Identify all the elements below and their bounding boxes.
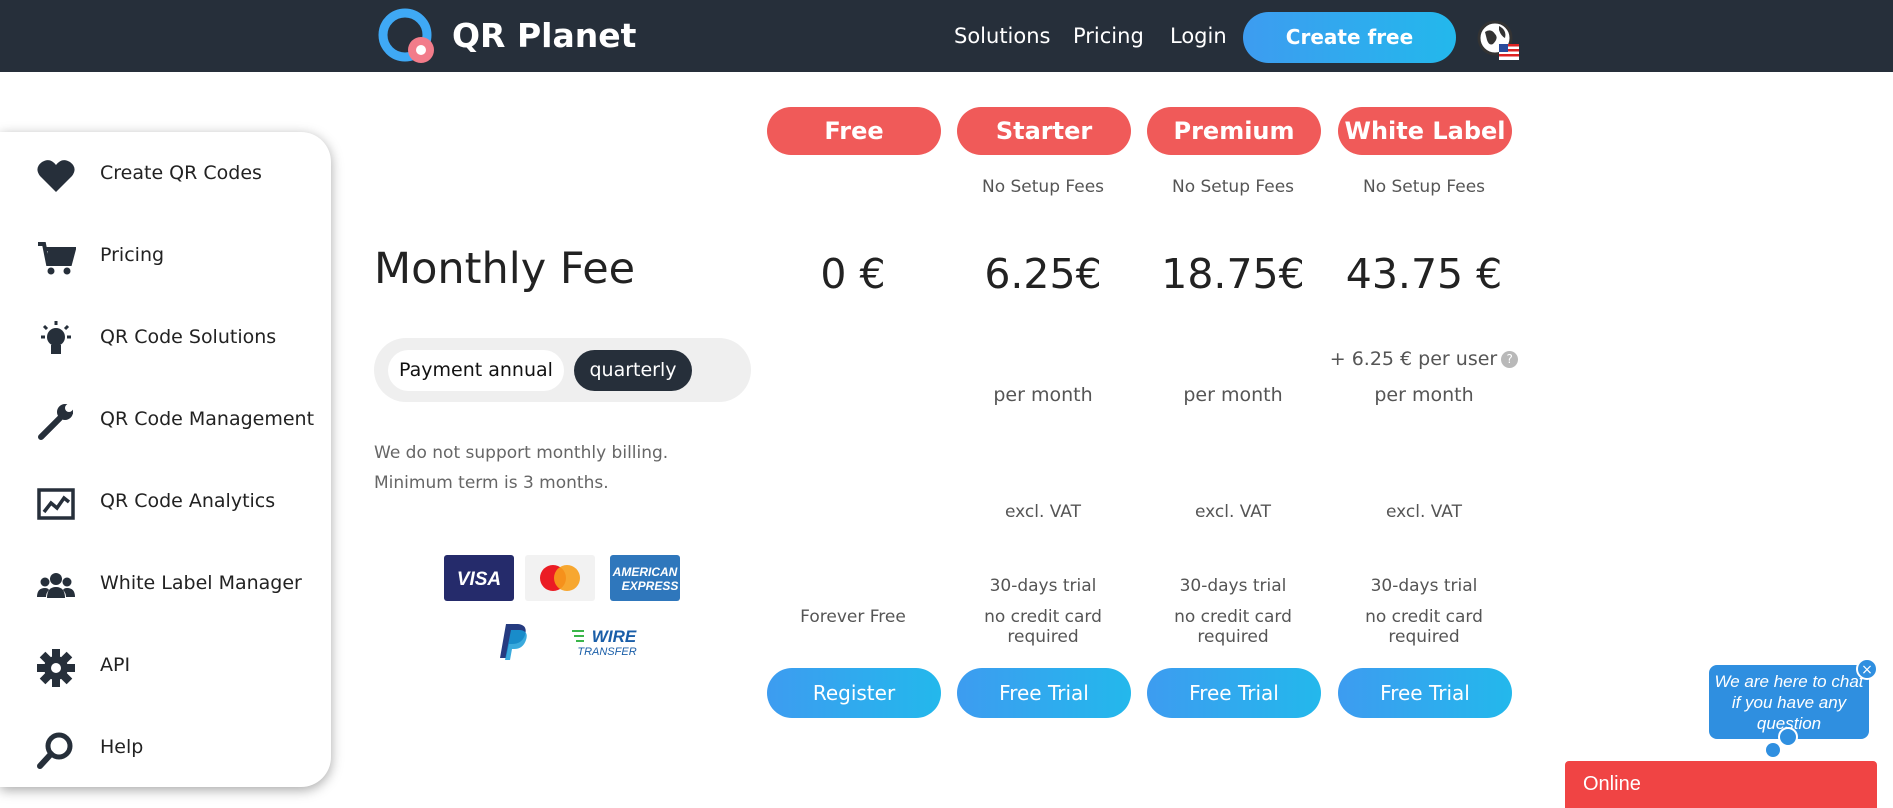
plan-starter-no-card: no credit card required	[984, 607, 1102, 647]
sidebar-item-label: QR Code Analytics	[100, 490, 276, 512]
plan-premium-setup-fee: No Setup Fees	[1171, 177, 1295, 197]
billing-note-line: We do not support monthly billing.	[374, 443, 669, 463]
paypal-logo	[500, 624, 527, 660]
magnifier-icon	[37, 732, 73, 769]
top-navbar	[0, 0, 1893, 72]
plan-premium-header: Premium	[1147, 107, 1321, 155]
billing-note-line: Minimum term is 3 months.	[374, 473, 609, 493]
nav-solutions[interactable]: Solutions	[954, 24, 1051, 48]
plan-white-label-header: White Label	[1338, 107, 1512, 155]
plan-starter-header: Starter	[957, 107, 1131, 155]
sidebar-item-help[interactable]: Help	[0, 718, 331, 778]
cart-icon	[38, 242, 76, 275]
sidebar-item-white-label-manager[interactable]: White Label Manager	[0, 554, 331, 614]
sidebar-item-label: API	[100, 654, 131, 676]
sidebar: Create QR Codes Pricing QR Code Solution…	[0, 132, 331, 787]
plan-white-label-no-card: no credit card required	[1365, 607, 1483, 647]
plan-white-label-vat: excl. VAT	[1385, 502, 1463, 522]
plan-white-label-price: 43.75 €	[1345, 250, 1503, 298]
plan-white-label-user-fee: + 6.25 € per user?	[1329, 348, 1519, 370]
plan-premium-price: 18.75€	[1161, 250, 1305, 298]
sidebar-item-label: QR Code Solutions	[100, 326, 277, 348]
amex-logo: AMERICAN EXPRESS	[610, 555, 680, 601]
billing-annual-option[interactable]: Payment annual	[388, 350, 564, 391]
amex-logo-text-bottom: EXPRESS	[622, 579, 679, 593]
create-account-button[interactable]: Create free account	[1243, 12, 1456, 100]
wire-logo-text: WIRE	[592, 627, 637, 646]
billing-period-toggle: Payment annual quarterly	[374, 338, 751, 402]
help-icon[interactable]: ?	[1501, 351, 1519, 368]
plan-premium-trial: 30-days trial	[1179, 576, 1287, 596]
plan-white-label-trial: 30-days trial	[1370, 576, 1478, 596]
sidebar-item-qr-code-analytics[interactable]: QR Code Analytics	[0, 472, 331, 532]
globe-us-flag-icon[interactable]	[1477, 20, 1521, 64]
sidebar-item-label: Help	[100, 736, 144, 758]
chat-bubble-tail	[1778, 727, 1798, 747]
chart-icon	[37, 488, 75, 520]
sidebar-item-qr-code-management[interactable]: QR Code Management	[0, 390, 331, 450]
chat-bubble-tail	[1766, 743, 1780, 757]
user-fee-text: + 6.25 € per user	[1329, 348, 1498, 370]
gear-icon	[37, 649, 75, 687]
plan-premium-no-card: no credit card required	[1174, 607, 1292, 647]
brand-name[interactable]: QR Planet	[452, 16, 636, 55]
starter-free-trial-button[interactable]: Free Trial	[957, 668, 1131, 718]
plan-starter-vat: excl. VAT	[1004, 502, 1082, 522]
white-label-free-trial-button[interactable]: Free Trial	[1338, 668, 1512, 718]
sidebar-item-create-qr-codes[interactable]: Create QR Codes	[0, 144, 331, 204]
plan-premium-vat: excl. VAT	[1194, 502, 1272, 522]
nav-login[interactable]: Login	[1170, 24, 1227, 48]
chat-online-bar[interactable]: Online	[1565, 761, 1877, 808]
plan-free-price: 0 €	[820, 250, 886, 298]
plan-white-label-setup-fee: No Setup Fees	[1362, 177, 1486, 197]
visa-logo-text: VISA	[457, 569, 501, 590]
transfer-logo-text: TRANSFER	[577, 646, 636, 658]
register-button[interactable]: Register	[767, 668, 941, 718]
lightbulb-icon	[41, 321, 71, 354]
heart-icon	[37, 160, 75, 192]
users-icon	[37, 573, 75, 598]
nav-pricing[interactable]: Pricing	[1073, 24, 1144, 48]
premium-free-trial-button[interactable]: Free Trial	[1147, 668, 1321, 718]
chat-close-icon[interactable]: ×	[1856, 658, 1878, 680]
wrench-icon	[38, 404, 73, 440]
sidebar-item-label: Create QR Codes	[100, 162, 262, 184]
qr-planet-logo[interactable]	[378, 8, 434, 64]
sidebar-item-api[interactable]: API	[0, 636, 331, 696]
visa-logo: VISA	[444, 555, 514, 601]
sidebar-item-label: White Label Manager	[100, 572, 302, 594]
sidebar-item-label: Pricing	[100, 244, 165, 266]
plan-free-header: Free	[767, 107, 941, 155]
sidebar-item-pricing[interactable]: Pricing	[0, 226, 331, 286]
plan-white-label-period: per month	[1374, 384, 1474, 406]
sidebar-item-label: QR Code Management	[100, 408, 315, 430]
plan-free-trial-note: Forever Free	[800, 607, 906, 627]
wire-transfer-logo: WIRE TRANSFER	[572, 627, 637, 658]
plan-premium-period: per month	[1183, 384, 1283, 406]
plan-starter-price: 6.25€	[984, 250, 1102, 298]
mastercard-logo	[525, 555, 595, 601]
plan-starter-setup-fee: No Setup Fees	[981, 177, 1105, 197]
billing-quarterly-option[interactable]: quarterly	[574, 350, 692, 391]
amex-logo-text-top: AMERICAN	[612, 565, 678, 579]
sidebar-item-qr-code-solutions[interactable]: QR Code Solutions	[0, 308, 331, 368]
plan-starter-period: per month	[993, 384, 1093, 406]
plan-starter-trial: 30-days trial	[989, 576, 1097, 596]
monthly-fee-title: Monthly Fee	[374, 244, 636, 294]
